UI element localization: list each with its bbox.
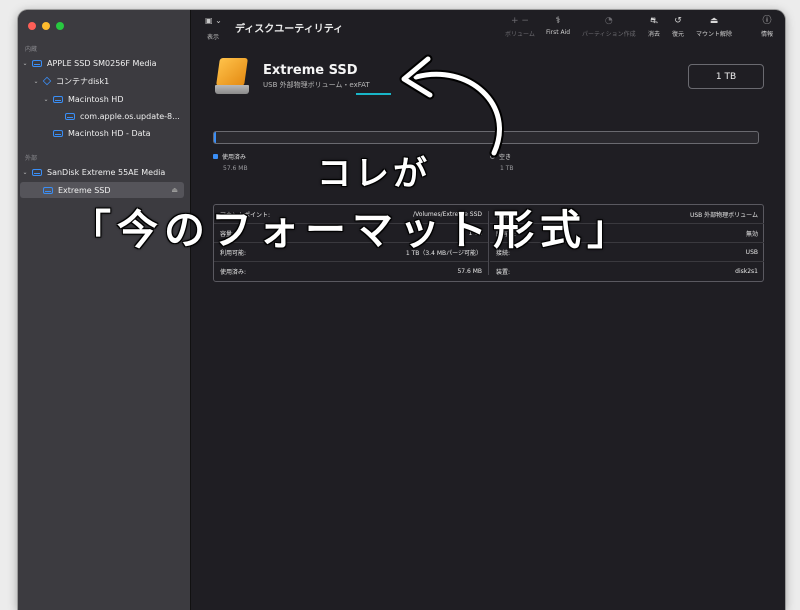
partition-button[interactable]: ◔ パーティション作成	[582, 16, 636, 39]
sidebar-item-sandisk-media[interactable]: ⌄ SanDisk Extreme 55AE Media	[18, 164, 190, 180]
sidebar-item-label: コンテナdisk1	[56, 76, 110, 86]
annotation-text-line2: 「今のフォーマット形式」	[70, 206, 634, 254]
toolbar-label: マウント解除	[696, 31, 733, 38]
volume-subtitle: USB 外部物理ボリューム・exFAT	[263, 80, 370, 90]
used-legend: 使用済み	[213, 152, 246, 161]
window-controls	[28, 22, 64, 30]
toolbar-label: First Aid	[546, 29, 571, 36]
sidebar-item-macintosh-hd[interactable]: ⌄ Macintosh HD	[18, 91, 190, 107]
disk-icon	[43, 186, 53, 194]
info-row-used: 使用済み: 57.6 MB	[214, 262, 488, 281]
zoom-button[interactable]	[56, 22, 64, 30]
info-key: 装置:	[496, 269, 511, 276]
info-icon: ⓘ	[762, 16, 772, 26]
sidebar-item-macintosh-hd-data[interactable]: Macintosh HD - Data	[18, 125, 190, 141]
used-swatch	[213, 154, 218, 159]
sidebar-section-internal: 内蔵	[25, 46, 38, 53]
app-title: ディスクユーティリティ	[235, 24, 344, 35]
volume-type: USB 外部物理ボリューム・	[263, 81, 350, 89]
info-row-device: 装置: disk2s1	[490, 262, 764, 281]
sidebar-item-label: APPLE SSD SM0256F Media	[47, 58, 157, 68]
stethoscope-icon: ⚕	[555, 16, 561, 26]
erase-icon: ⛐	[650, 16, 658, 26]
info-value: USB	[745, 248, 758, 256]
info-value: USB 外部物理ボリューム	[689, 211, 758, 219]
minimize-button[interactable]	[42, 22, 50, 30]
view-menu-button[interactable]: ▣ ⌄ 表示	[205, 16, 222, 41]
info-value: disk2s1	[735, 268, 758, 275]
chevron-down-icon[interactable]: ⌄	[21, 169, 29, 176]
toolbar-label: 復元	[672, 31, 685, 38]
sidebar-item-apple-ssd[interactable]: ⌄ APPLE SSD SM0256F Media	[18, 55, 190, 71]
format-highlight-underline	[356, 93, 391, 95]
sidebar-item-label: Macintosh HD	[68, 94, 124, 104]
external-drive-icon	[215, 58, 249, 96]
disk-icon	[32, 168, 42, 176]
usage-bar-fill	[214, 132, 216, 143]
sidebar-section-external: 外部	[25, 155, 38, 162]
disk-icon	[53, 95, 63, 103]
toolbar: ▣ ⌄ 表示 ディスクユーティリティ + − ボリューム ⚕ First Aid…	[191, 10, 785, 48]
sidebar-item-label: com.apple.os.update-8...	[80, 111, 180, 121]
toolbar-label: 情報	[761, 31, 774, 38]
chevron-down-icon[interactable]: ⌄	[32, 78, 40, 85]
used-legend-label: 使用済み	[222, 154, 247, 161]
close-button[interactable]	[28, 22, 36, 30]
chevron-down-icon[interactable]: ⌄	[42, 96, 50, 103]
volume-button[interactable]: + − ボリューム	[505, 16, 535, 39]
sidebar-item-container-disk1[interactable]: ⌄ コンテナdisk1	[18, 73, 190, 89]
plus-minus-icon: + −	[510, 16, 529, 26]
first-aid-button[interactable]: ⚕ First Aid	[546, 16, 571, 37]
sidebar-item-label: SanDisk Extreme 55AE Media	[47, 167, 166, 177]
volume-format: exFAT	[349, 81, 370, 89]
restore-icon: ↺	[674, 16, 682, 26]
restore-button[interactable]: ↺ 復元	[672, 16, 685, 39]
info-button[interactable]: ⓘ 情報	[761, 16, 774, 39]
unmount-icon: ⏏	[709, 16, 719, 26]
free-legend-value: 1 TB	[500, 165, 514, 172]
annotation-text-line1: コレが	[317, 154, 431, 194]
unmount-button[interactable]: ⏏ マウント解除	[696, 16, 733, 39]
container-icon	[42, 76, 52, 86]
sidebar-toggle-icon: ▣ ⌄	[205, 16, 222, 25]
disk-icon	[32, 59, 42, 67]
disk-icon	[53, 129, 63, 137]
toolbar-label: ボリューム	[505, 31, 535, 38]
chevron-down-icon[interactable]: ⌄	[21, 60, 29, 67]
toolbar-label: 消去	[648, 31, 661, 38]
used-legend-value: 57.6 MB	[223, 165, 248, 172]
info-value: 57.6 MB	[457, 268, 482, 275]
sidebar: 内蔵 ⌄ APPLE SSD SM0256F Media ⌄ コンテナdisk1…	[18, 10, 191, 610]
volume-name: Extreme SSD	[263, 63, 358, 78]
pie-icon: ◔	[604, 16, 613, 26]
erase-button[interactable]: ⛐ 消去	[648, 16, 661, 39]
disk-icon	[65, 112, 75, 120]
sidebar-item-label: Macintosh HD - Data	[68, 128, 151, 138]
eject-icon[interactable]: ⏏	[171, 186, 178, 194]
sidebar-item-os-update[interactable]: com.apple.os.update-8...	[18, 108, 190, 124]
sidebar-item-label: Extreme SSD	[58, 185, 111, 195]
view-label: 表示	[207, 34, 220, 41]
info-value: 無効	[745, 230, 758, 238]
toolbar-label: パーティション作成	[582, 31, 636, 38]
capacity-box: 1 TB	[688, 64, 764, 89]
info-key: 使用済み:	[220, 269, 247, 276]
